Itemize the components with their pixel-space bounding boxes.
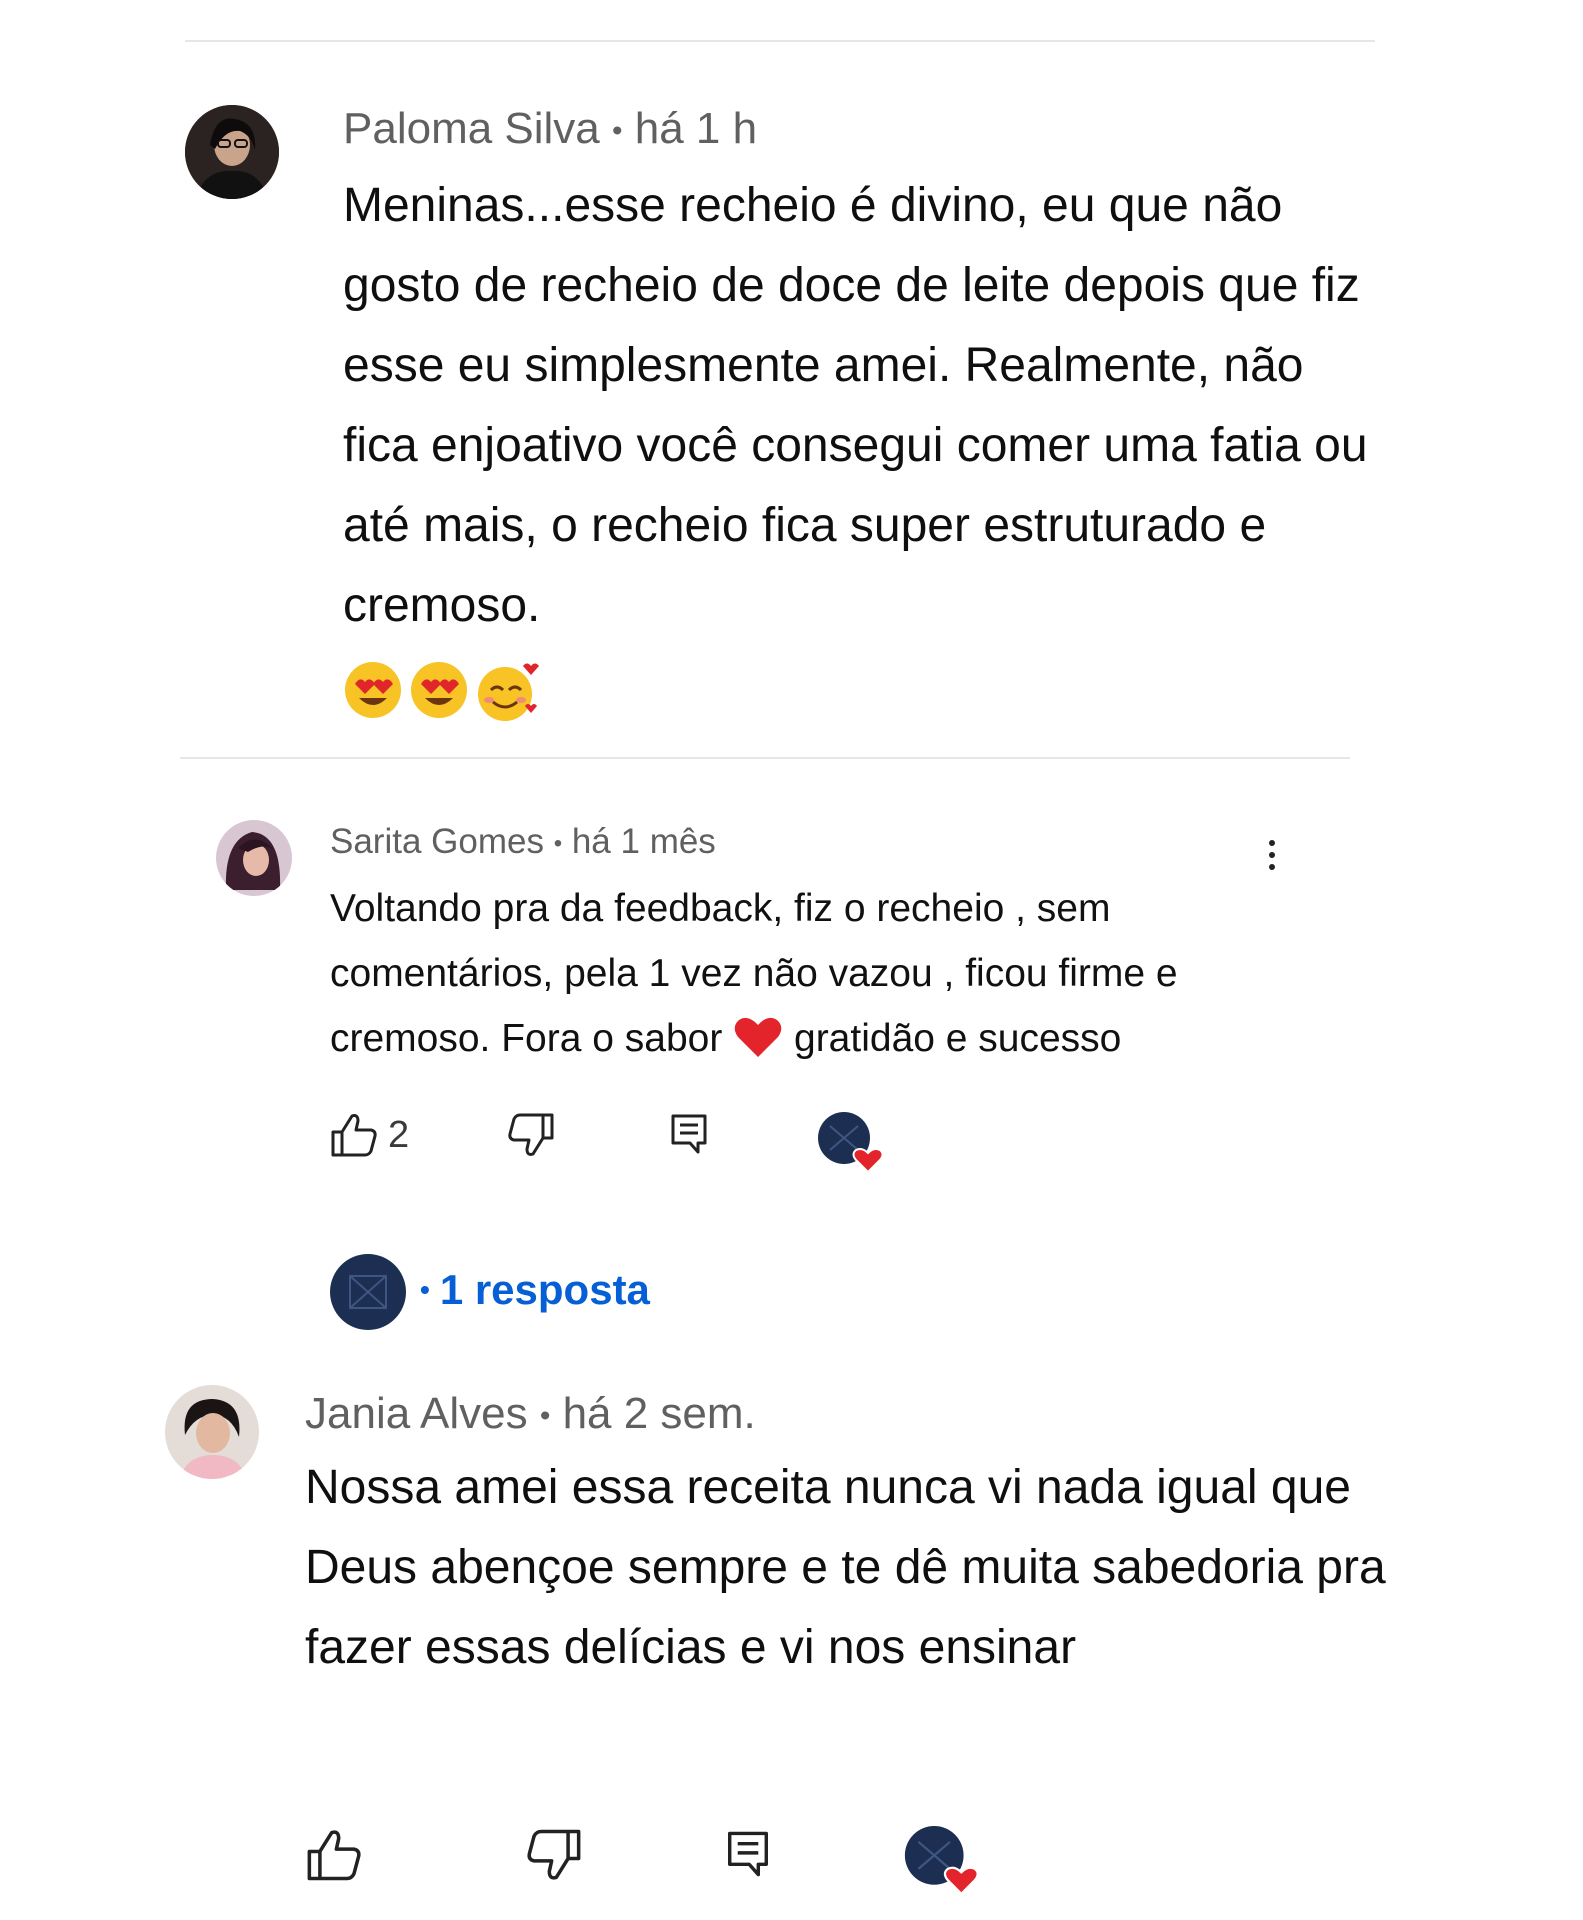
like-count: 2 — [388, 1113, 410, 1156]
like-icon — [307, 1830, 361, 1881]
comment-text: Nossa amei essa receita nunca vi nada ig… — [305, 1461, 1386, 1674]
dislike-icon — [527, 1829, 581, 1880]
channel-logo-icon — [349, 1275, 387, 1309]
avatar[interactable] — [185, 105, 279, 199]
avatar[interactable] — [216, 820, 292, 896]
like-icon — [331, 1114, 377, 1157]
avatar[interactable] — [165, 1385, 259, 1479]
author-name[interactable]: Paloma Silva — [343, 104, 600, 153]
like-button[interactable]: 2 — [330, 1112, 409, 1158]
reply-icon — [671, 1114, 707, 1154]
smiling-face-with-hearts-icon — [478, 663, 539, 721]
comment-text: Voltando pra da feedback, fiz o recheio … — [330, 876, 1270, 1071]
avatar-photo-icon — [185, 105, 279, 199]
view-replies-link[interactable]: • 1 resposta — [420, 1266, 650, 1314]
more-vert-icon[interactable] — [1262, 840, 1282, 870]
reply-button[interactable] — [670, 1113, 708, 1155]
reply-button[interactable] — [726, 1830, 770, 1878]
reply-icon — [728, 1831, 768, 1877]
timestamp[interactable]: há 1 mês — [572, 822, 716, 861]
section-divider — [180, 757, 1350, 759]
author-name[interactable]: Sarita Gomes — [330, 822, 544, 861]
meta-separator: • — [553, 829, 563, 857]
red-heart-emoji-icon — [734, 1017, 782, 1057]
dislike-button[interactable] — [507, 1112, 555, 1158]
reply-count-label: 1 resposta — [439, 1266, 650, 1313]
timestamp[interactable]: há 2 sem. — [563, 1389, 756, 1438]
avatar-photo-icon — [165, 1385, 259, 1479]
channel-avatar[interactable] — [330, 1254, 406, 1330]
dislike-button[interactable] — [525, 1828, 583, 1882]
creator-heart — [818, 1112, 882, 1174]
timestamp[interactable]: há 1 h — [635, 104, 757, 153]
comment-meta: Paloma Silva • há 1 h — [343, 104, 757, 154]
creator-heart-icon — [904, 1826, 978, 1896]
comment-text: Meninas...esse recheio é divino, eu que … — [343, 179, 1368, 632]
like-button[interactable] — [305, 1828, 363, 1882]
dislike-icon — [508, 1113, 554, 1156]
meta-separator: • — [539, 1399, 551, 1433]
heart-eyes-emoji-icon — [345, 662, 401, 718]
emoji-row — [343, 660, 539, 724]
comment-1: Paloma Silva • há 1 h Meninas...esse rec… — [0, 0, 1583, 760]
author-name[interactable]: Jania Alves — [305, 1389, 528, 1438]
creator-heart-icon — [818, 1112, 882, 1174]
comment-text-part: gratidão e sucesso — [783, 1017, 1122, 1060]
heart-eyes-emoji-icon — [411, 662, 467, 718]
comment-meta: Jania Alves • há 2 sem. — [305, 1389, 756, 1439]
avatar-photo-icon — [216, 820, 292, 896]
reply-separator: • — [420, 1274, 430, 1305]
comment-meta: Sarita Gomes • há 1 mês — [330, 822, 716, 862]
meta-separator: • — [612, 114, 623, 148]
creator-heart — [904, 1826, 978, 1896]
